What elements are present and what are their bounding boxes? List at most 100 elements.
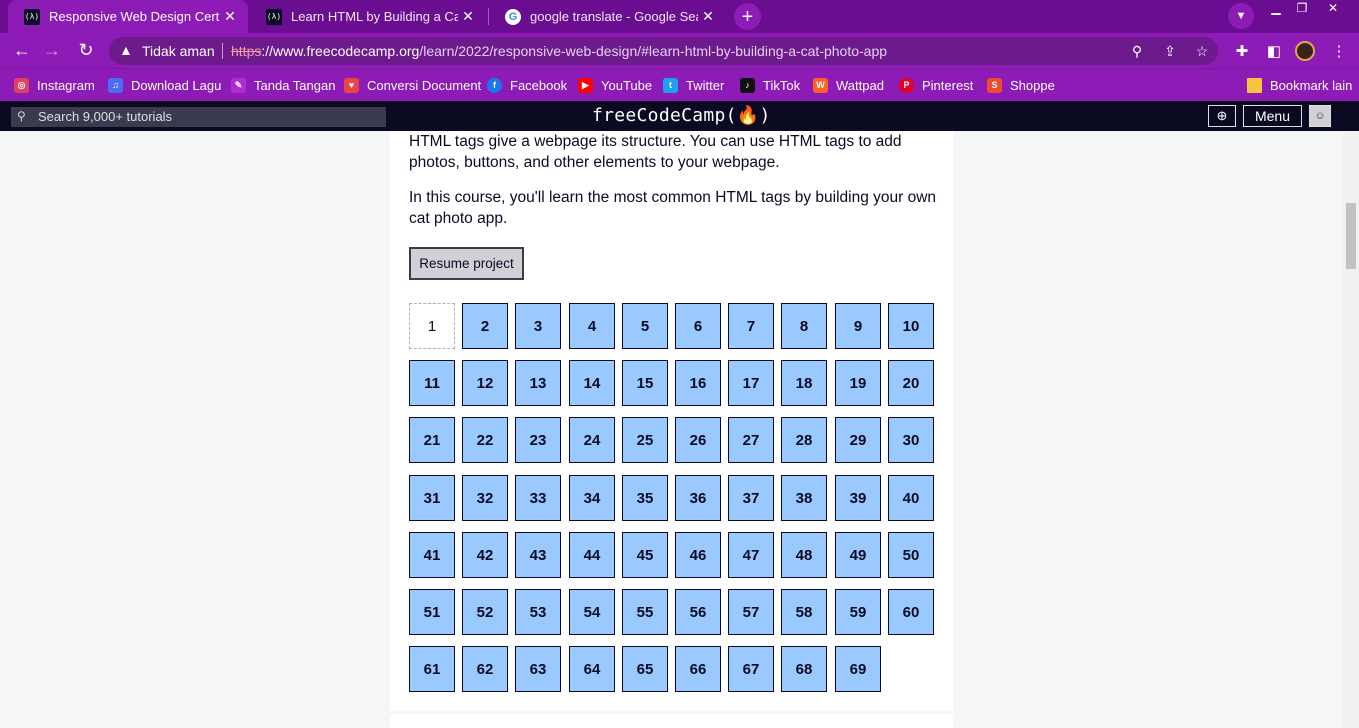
step-button[interactable]: 53: [515, 589, 561, 635]
step-button[interactable]: 52: [462, 589, 508, 635]
step-button[interactable]: 45: [622, 532, 668, 578]
warning-triangle-icon[interactable]: ▲: [119, 42, 133, 58]
step-button[interactable]: 69: [835, 646, 881, 692]
step-button[interactable]: 31: [409, 475, 455, 521]
step-button[interactable]: 22: [462, 417, 508, 463]
new-tab-button[interactable]: +: [734, 3, 761, 30]
bookmark-pinterest[interactable]: P Pinterest: [899, 76, 973, 94]
close-icon[interactable]: ✕: [458, 8, 478, 25]
step-button[interactable]: 54: [569, 589, 615, 635]
tab-search-chevron-icon[interactable]: ▼: [1228, 3, 1254, 29]
bookmark-twitter[interactable]: t Twitter: [663, 76, 724, 94]
step-button[interactable]: 37: [728, 475, 774, 521]
step-button[interactable]: 10: [888, 303, 934, 349]
step-button[interactable]: 5: [622, 303, 668, 349]
step-button[interactable]: 48: [781, 532, 827, 578]
step-button[interactable]: 49: [835, 532, 881, 578]
side-panel-icon[interactable]: ◧: [1263, 40, 1285, 62]
bookmark-tanda-tangan[interactable]: ✎ Tanda Tangan: [231, 76, 335, 94]
step-button[interactable]: 9: [835, 303, 881, 349]
step-button[interactable]: 68: [781, 646, 827, 692]
step-button[interactable]: 4: [569, 303, 615, 349]
step-button[interactable]: 58: [781, 589, 827, 635]
step-button[interactable]: 11: [409, 360, 455, 406]
step-button[interactable]: 51: [409, 589, 455, 635]
close-icon[interactable]: ✕: [698, 8, 718, 25]
step-button[interactable]: 62: [462, 646, 508, 692]
bookmark-download-lagu[interactable]: ♫ Download Lagu: [108, 76, 221, 94]
bookmark-wattpad[interactable]: W Wattpad: [813, 76, 884, 94]
step-button[interactable]: 12: [462, 360, 508, 406]
step-button[interactable]: 2: [462, 303, 508, 349]
url-text[interactable]: https://www.freecodecamp.org/learn/2022/…: [231, 43, 887, 59]
restore-icon[interactable]: ❐: [1289, 0, 1315, 16]
bookmark-tiktok[interactable]: ♪ TikTok: [740, 76, 800, 94]
bookmark-youtube[interactable]: ▶ YouTube: [578, 76, 652, 94]
language-globe-icon[interactable]: ⊕: [1208, 105, 1236, 127]
step-button[interactable]: 14: [569, 360, 615, 406]
scrollbar-thumb[interactable]: [1346, 203, 1356, 269]
step-button[interactable]: 21: [409, 417, 455, 463]
search-input[interactable]: ⚲ Search 9,000+ tutorials: [11, 107, 386, 127]
share-icon[interactable]: ⇪: [1161, 42, 1179, 60]
step-button[interactable]: 32: [462, 475, 508, 521]
other-bookmarks[interactable]: Bookmark lain: [1247, 76, 1352, 94]
step-button[interactable]: 64: [569, 646, 615, 692]
step-button[interactable]: 34: [569, 475, 615, 521]
tab-responsive-web-design[interactable]: (λ) Responsive Web Design Certifica ✕: [8, 0, 248, 33]
step-button[interactable]: 39: [835, 475, 881, 521]
bookmark-facebook[interactable]: f Facebook: [487, 76, 567, 94]
security-status[interactable]: Tidak aman: [142, 43, 215, 59]
step-button[interactable]: 43: [515, 532, 561, 578]
step-button[interactable]: 42: [462, 532, 508, 578]
step-button[interactable]: 41: [409, 532, 455, 578]
step-button[interactable]: 15: [622, 360, 668, 406]
step-button[interactable]: 65: [622, 646, 668, 692]
tab-learn-html[interactable]: (λ) Learn HTML by Building a Cat Ph ✕: [250, 0, 486, 33]
step-button[interactable]: 47: [728, 532, 774, 578]
bookmark-shoppe[interactable]: S Shoppe: [987, 76, 1055, 94]
step-button[interactable]: 8: [781, 303, 827, 349]
step-button[interactable]: 16: [675, 360, 721, 406]
step-button[interactable]: 25: [622, 417, 668, 463]
address-bar[interactable]: ▲ Tidak aman https://www.freecodecamp.or…: [109, 37, 1218, 65]
step-button[interactable]: 38: [781, 475, 827, 521]
step-button[interactable]: 57: [728, 589, 774, 635]
step-button[interactable]: 63: [515, 646, 561, 692]
close-icon[interactable]: ✕: [220, 8, 240, 25]
forward-arrow-icon[interactable]: →: [41, 39, 63, 61]
step-button[interactable]: 60: [888, 589, 934, 635]
step-button[interactable]: 26: [675, 417, 721, 463]
user-avatar-icon[interactable]: ☺: [1309, 105, 1331, 127]
extensions-puzzle-icon[interactable]: ✚: [1231, 40, 1253, 62]
step-button[interactable]: 50: [888, 532, 934, 578]
step-button[interactable]: 67: [728, 646, 774, 692]
more-menu-icon[interactable]: ⋮: [1328, 40, 1350, 62]
step-button[interactable]: 44: [569, 532, 615, 578]
step-button[interactable]: 13: [515, 360, 561, 406]
step-button[interactable]: 55: [622, 589, 668, 635]
step-button[interactable]: 61: [409, 646, 455, 692]
step-button[interactable]: 46: [675, 532, 721, 578]
step-button[interactable]: 7: [728, 303, 774, 349]
window-close-icon[interactable]: ✕: [1320, 0, 1346, 16]
profile-avatar[interactable]: [1295, 41, 1315, 61]
step-button[interactable]: 20: [888, 360, 934, 406]
step-button[interactable]: 3: [515, 303, 561, 349]
step-button[interactable]: 24: [569, 417, 615, 463]
zoom-search-icon[interactable]: ⚲: [1128, 42, 1146, 60]
step-button[interactable]: 1: [409, 303, 455, 349]
back-arrow-icon[interactable]: ←: [11, 39, 33, 61]
step-button[interactable]: 33: [515, 475, 561, 521]
step-button[interactable]: 18: [781, 360, 827, 406]
step-button[interactable]: 6: [675, 303, 721, 349]
minimize-icon[interactable]: ▁: [1263, 0, 1289, 16]
step-button[interactable]: 19: [835, 360, 881, 406]
menu-button[interactable]: Menu: [1243, 105, 1302, 127]
step-button[interactable]: 36: [675, 475, 721, 521]
step-button[interactable]: 30: [888, 417, 934, 463]
step-button[interactable]: 29: [835, 417, 881, 463]
step-button[interactable]: 59: [835, 589, 881, 635]
step-button[interactable]: 28: [781, 417, 827, 463]
bookmark-star-icon[interactable]: ☆: [1193, 42, 1211, 60]
